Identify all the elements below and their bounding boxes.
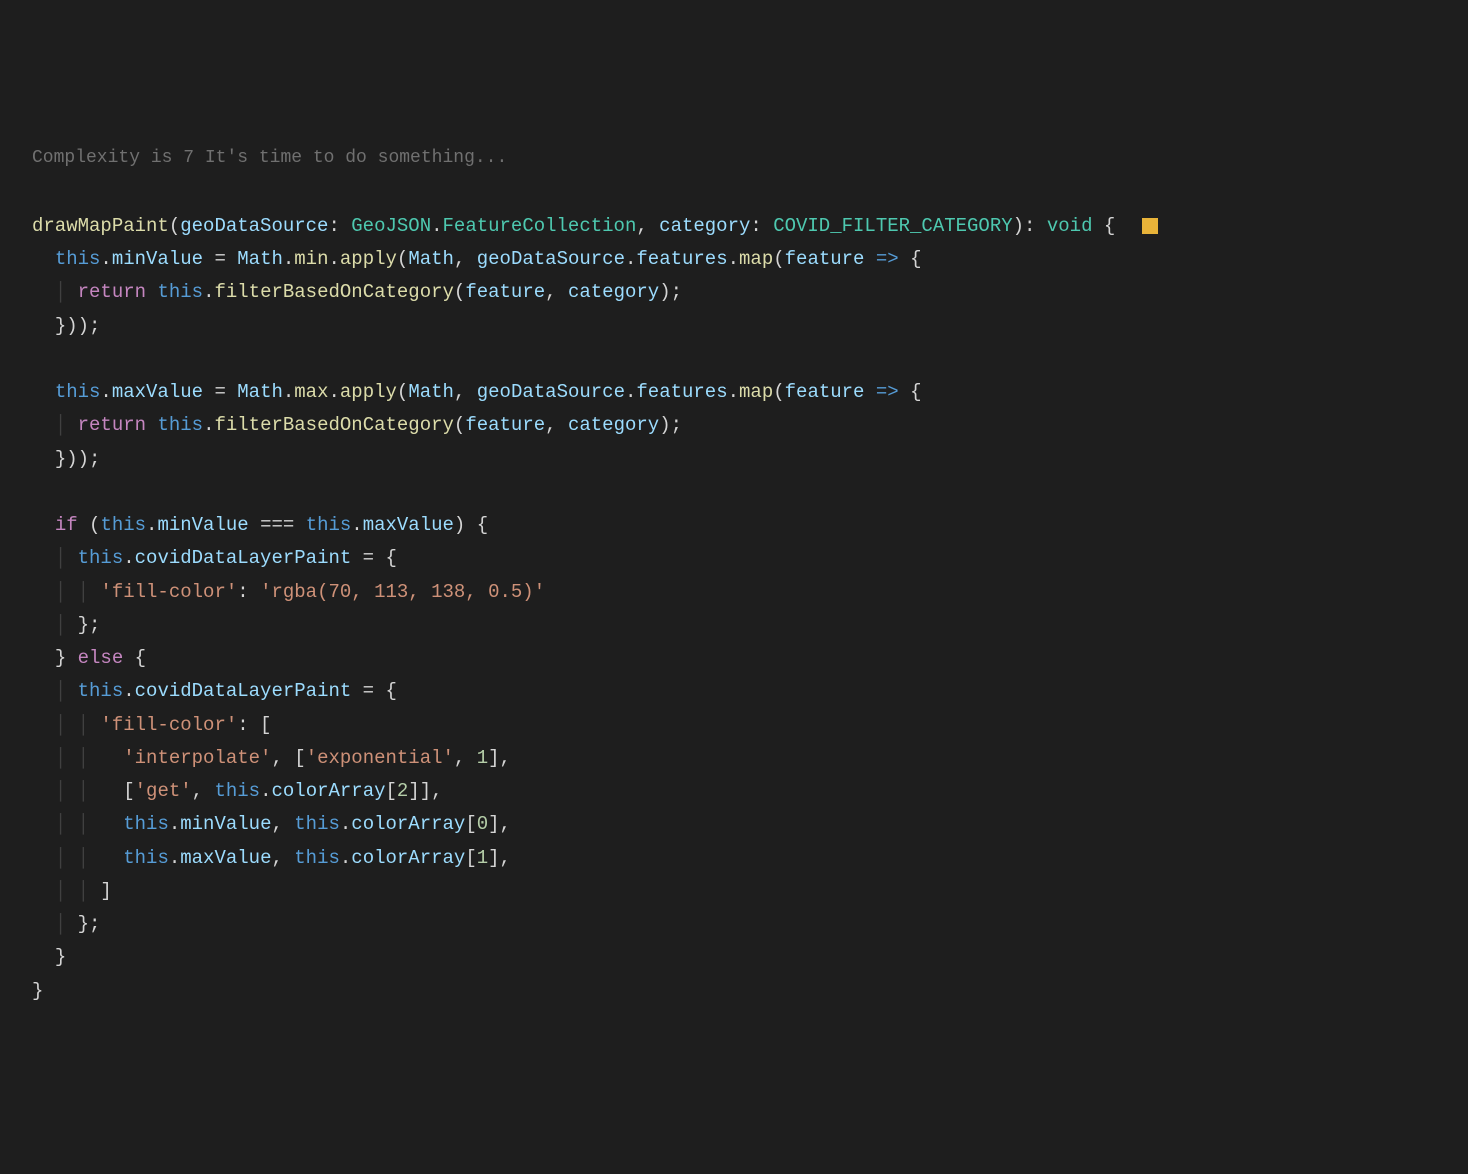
category-arg: category [568, 281, 659, 303]
feature-arg: feature [465, 281, 545, 303]
geo-arg: geoDataSource [477, 381, 625, 403]
this-keyword: this [214, 780, 260, 802]
type-namespace: GeoJSON [351, 215, 431, 237]
key-fillcolor: 'fill-color' [100, 581, 237, 603]
exponential-literal: 'exponential' [306, 747, 454, 769]
number-two: 2 [397, 780, 408, 802]
code-block[interactable]: drawMapPaint(geoDataSource: GeoJSON.Feat… [32, 210, 1468, 1008]
code-lens-hint[interactable]: Complexity is 7 It's time to do somethin… [32, 143, 1468, 175]
math-arg: Math [408, 381, 454, 403]
feature-param: feature [785, 248, 865, 270]
number-one: 1 [477, 747, 488, 769]
apply-fn: apply [340, 381, 397, 403]
return-keyword: return [78, 281, 146, 303]
colorarray-prop: colorArray [351, 813, 465, 835]
interpolate-literal: 'interpolate' [123, 747, 271, 769]
type-name: FeatureCollection [443, 215, 637, 237]
if-keyword: if [55, 514, 78, 536]
feature-arg: feature [465, 414, 545, 436]
this-keyword: this [55, 381, 101, 403]
this-keyword: this [157, 281, 203, 303]
features-prop: features [636, 381, 727, 403]
category-arg: category [568, 414, 659, 436]
math-min: min [294, 248, 328, 270]
key-fillcolor: 'fill-color' [100, 714, 237, 736]
math-arg: Math [408, 248, 454, 270]
else-keyword: else [78, 647, 124, 669]
param-2: category [659, 215, 750, 237]
function-name: drawMapPaint [32, 215, 169, 237]
return-type: void [1047, 215, 1093, 237]
math-obj: Math [237, 248, 283, 270]
math-max: max [294, 381, 328, 403]
colorarray-prop: colorArray [271, 780, 385, 802]
rgba-literal: 'rgba(70, 113, 138, 0.5)' [260, 581, 545, 603]
param-1: geoDataSource [180, 215, 328, 237]
number-one: 1 [477, 847, 488, 869]
apply-fn: apply [340, 248, 397, 270]
feature-param: feature [785, 381, 865, 403]
map-fn: map [739, 248, 773, 270]
this-keyword: this [294, 813, 340, 835]
filter-fn: filterBasedOnCategory [214, 414, 453, 436]
prop-minvalue: minValue [157, 514, 248, 536]
this-keyword: this [157, 414, 203, 436]
prop-paint: covidDataLayerPaint [135, 680, 352, 702]
this-keyword: this [123, 813, 169, 835]
prop-maxvalue: maxValue [363, 514, 454, 536]
math-obj: Math [237, 381, 283, 403]
this-keyword: this [306, 514, 352, 536]
this-keyword: this [123, 847, 169, 869]
map-fn: map [739, 381, 773, 403]
prop-paint: covidDataLayerPaint [135, 547, 352, 569]
this-keyword: this [78, 680, 124, 702]
color-swatch-icon [1142, 218, 1158, 234]
type-enum: COVID_FILTER_CATEGORY [773, 215, 1012, 237]
prop-maxvalue: maxValue [112, 381, 203, 403]
this-keyword: this [78, 547, 124, 569]
number-zero: 0 [477, 813, 488, 835]
this-keyword: this [100, 514, 146, 536]
geo-arg: geoDataSource [477, 248, 625, 270]
get-literal: 'get' [135, 780, 192, 802]
prop-minvalue: minValue [112, 248, 203, 270]
prop-minvalue: minValue [180, 813, 271, 835]
prop-maxvalue: maxValue [180, 847, 271, 869]
features-prop: features [636, 248, 727, 270]
this-keyword: this [294, 847, 340, 869]
return-keyword: return [78, 414, 146, 436]
colorarray-prop: colorArray [351, 847, 465, 869]
filter-fn: filterBasedOnCategory [214, 281, 453, 303]
this-keyword: this [55, 248, 101, 270]
